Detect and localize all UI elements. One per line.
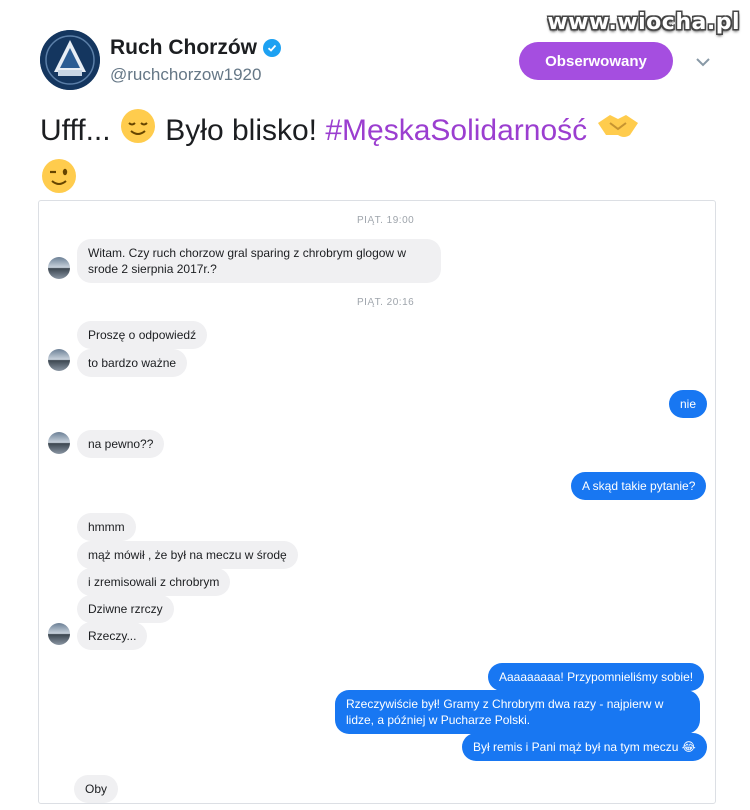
message-bubble: mąż mówił , że był na meczu w środę (77, 541, 298, 569)
message-bubble: na pewno?? (77, 430, 165, 458)
tweet-text-b: Było blisko! (165, 113, 318, 147)
display-name[interactable]: Ruch Chorzów (110, 36, 257, 60)
contact-avatar (48, 432, 70, 454)
message-bubble: Rzeczy... (77, 622, 148, 650)
message-bubble: A skąd takie pytanie? (571, 472, 707, 500)
chevron-down-icon[interactable] (695, 54, 711, 72)
relieved-face-emoji (119, 107, 157, 157)
message-bubble: hmmm (77, 513, 136, 541)
verified-badge-icon (263, 39, 281, 57)
message-bubble: to bardzo ważne (77, 349, 188, 377)
timestamp: PIĄT. 19:00 (357, 215, 415, 226)
message-bubble: i zremisowali z chrobrym (77, 568, 231, 596)
message-bubble: Witam. Czy ruch chorzow gral sparing z c… (77, 239, 441, 283)
tweet-text-a: Ufff... (40, 113, 111, 147)
contact-avatar (48, 257, 70, 279)
hashtag-link[interactable]: #MęskaSolidarność (325, 114, 587, 147)
message-bubble: Proszę o odpowiedź (77, 321, 208, 349)
follow-button[interactable]: Obserwowany (519, 42, 673, 80)
timestamp: PIĄT. 20:16 (357, 297, 415, 308)
message-bubble: nie (669, 390, 708, 418)
tweet-text: Ufff... Było blisko! #MęskaSolidarność (40, 107, 720, 207)
watermark: www.wiocha.pl (547, 10, 740, 35)
user-handle[interactable]: @ruchchorzow1920 (110, 65, 261, 85)
ruch-chorzow-crest-logo (40, 30, 100, 90)
messenger-screenshot: PIĄT. 19:00 Witam. Czy ruch chorzow gral… (38, 200, 716, 804)
message-bubble: Był remis i Pani mąż był na tym meczu 😂 (462, 733, 707, 761)
message-bubble: Aaaaaaaaa! Przypomnieliśmy sobie! (488, 663, 705, 691)
handshake-emoji (596, 109, 640, 155)
message-bubble: Oby (74, 775, 119, 803)
profile-avatar[interactable] (40, 30, 100, 90)
contact-avatar (48, 349, 70, 371)
contact-avatar (48, 623, 70, 645)
message-bubble: Rzeczywiście był! Gramy z Chrobrym dwa r… (335, 690, 700, 734)
message-bubble: Dziwne rzrczy (77, 595, 174, 623)
